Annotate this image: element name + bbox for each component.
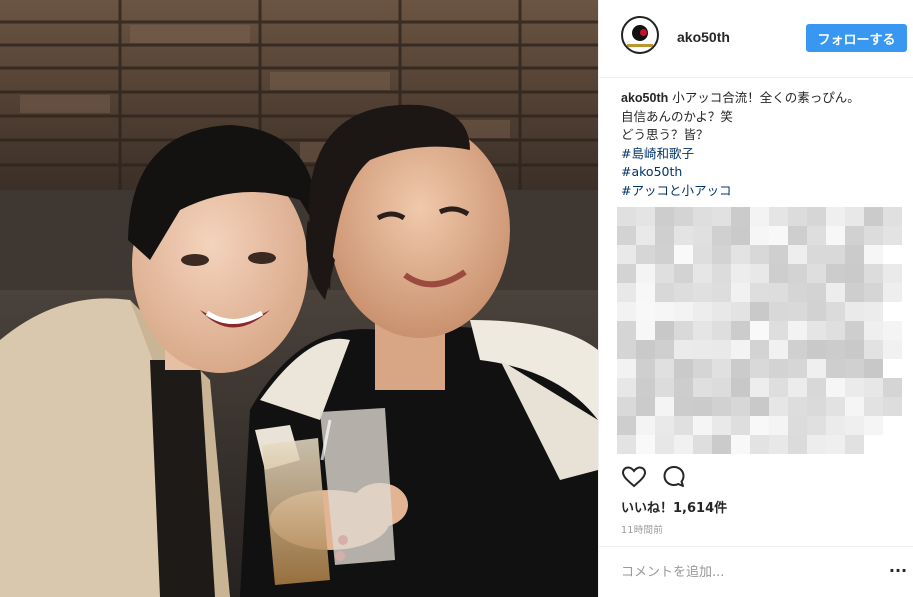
follow-button[interactable]: フォローする (806, 24, 907, 52)
caption-line-2: 自信あんのかよ？笑 (621, 108, 733, 124)
likes-count[interactable]: いいね！1,614件 (621, 497, 727, 516)
comment-bar: ... (599, 546, 913, 597)
comment-icon[interactable] (661, 464, 687, 490)
comment-input[interactable] (619, 559, 873, 585)
post-panel: ako50th フォローする ako50th 小アッコ合流！全くの素っぴん。 自信… (598, 0, 913, 597)
post-timestamp: 11時間前 (621, 525, 664, 536)
action-bar (621, 464, 701, 490)
photo-image (0, 0, 598, 597)
post-username[interactable]: ako50th (677, 29, 730, 45)
hashtag-link[interactable]: #ako50th (621, 163, 907, 182)
caption-line-1: 小アッコ合流！全くの素っぴん。 (672, 90, 860, 105)
mosaic-blocks (617, 207, 902, 454)
censored-comments-mosaic (617, 207, 903, 459)
more-options-button[interactable]: ... (887, 559, 909, 581)
hashtag-link[interactable]: #アッコと小アッコ (621, 182, 907, 201)
post-header: ako50th フォローする (599, 0, 913, 78)
post-caption: ako50th 小アッコ合流！全くの素っぴん。 自信あんのかよ？笑 どう思う？皆？… (621, 89, 907, 200)
caption-line-3: どう思う？皆？ (621, 127, 709, 142)
avatar[interactable] (621, 16, 659, 54)
heart-icon[interactable] (621, 464, 647, 490)
hashtag-link[interactable]: #島崎和歌子 (621, 145, 907, 164)
post-photo[interactable] (0, 0, 598, 597)
caption-username[interactable]: ako50th (621, 91, 668, 105)
